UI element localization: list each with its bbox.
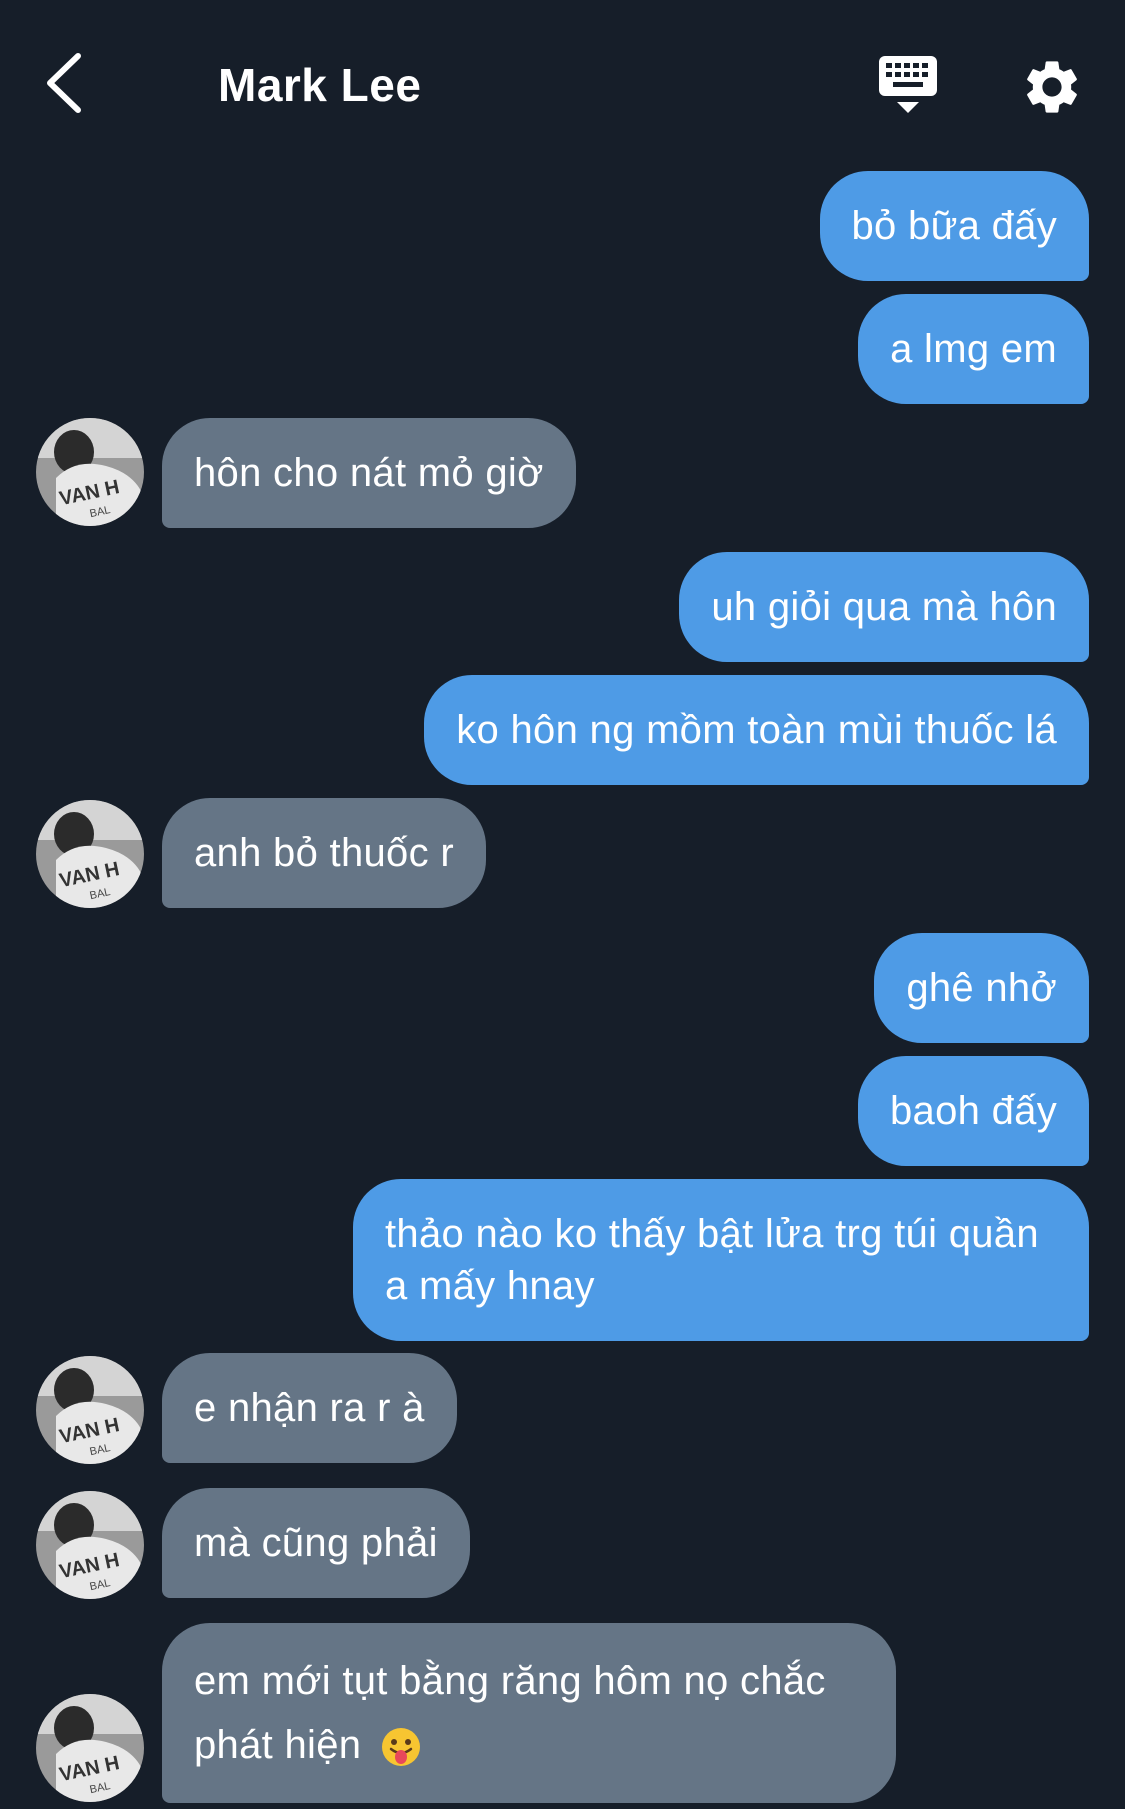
contact-avatar[interactable]: VAN H BAL: [36, 1491, 144, 1599]
received-message[interactable]: anh bỏ thuốc r: [162, 798, 486, 908]
contact-avatar[interactable]: VAN H BAL: [36, 1694, 144, 1802]
sent-message[interactable]: ghê nhở: [874, 933, 1089, 1043]
contact-avatar[interactable]: VAN H BAL: [36, 1356, 144, 1464]
received-message[interactable]: e nhận ra r à: [162, 1353, 457, 1463]
sent-message[interactable]: uh giỏi qua mà hôn: [679, 552, 1089, 662]
message-list[interactable]: bỏ bữa đấy a lmg em VAN H BAL hôn cho ná…: [0, 0, 1125, 1809]
received-message[interactable]: hôn cho nát mỏ giờ: [162, 418, 576, 528]
sent-message[interactable]: ko hôn ng mồm toàn mùi thuốc lá: [424, 675, 1089, 785]
sent-message[interactable]: baoh đấy: [858, 1056, 1089, 1166]
received-message[interactable]: em mới tụt bằng răng hôm nọ chắc phát hi…: [162, 1623, 896, 1803]
tongue-out-emoji-icon: [381, 1728, 420, 1767]
contact-avatar[interactable]: VAN H BAL: [36, 418, 144, 526]
sent-message[interactable]: bỏ bữa đấy: [819, 171, 1089, 281]
received-message[interactable]: mà cũng phải: [162, 1488, 470, 1598]
sent-message[interactable]: a lmg em: [858, 294, 1089, 404]
sent-message[interactable]: thảo nào ko thấy bật lửa trg túi quần a …: [353, 1179, 1089, 1341]
message-text: em mới tụt bằng răng hôm nọ chắc phát hi…: [194, 1659, 826, 1767]
contact-avatar[interactable]: VAN H BAL: [36, 800, 144, 908]
